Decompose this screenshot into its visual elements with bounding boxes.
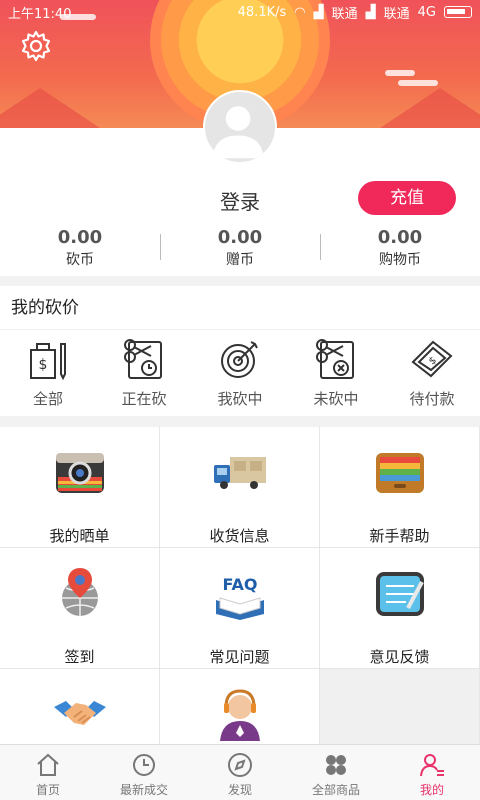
svg-text:FAQ: FAQ <box>222 575 257 594</box>
truck-icon <box>213 457 266 489</box>
svg-text:$: $ <box>39 357 48 373</box>
grid-item-label: 意见反馈 <box>369 648 430 666</box>
camera-icon <box>55 453 104 493</box>
clock-icon <box>133 754 155 776</box>
status-speed: 48.1K/s <box>237 4 287 20</box>
stat-value: 0.00 <box>57 227 103 248</box>
wifi-icon: ◠ <box>294 4 306 20</box>
gear-icon[interactable] <box>18 28 54 64</box>
bargain-label: 正在砍 <box>121 390 167 408</box>
bargain-label: 我砍中 <box>217 390 263 408</box>
stat-gouwubi[interactable]: 0.00 购物币 <box>320 226 480 274</box>
ticket-icon: $ <box>411 340 453 378</box>
bargain-lost[interactable]: 未砍中 <box>288 330 384 416</box>
status-time: 上午11:40 <box>8 6 72 22</box>
default-avatar-icon <box>212 106 264 159</box>
grid-item-label: 签到 <box>64 648 95 666</box>
grid-item-label: 常见问题 <box>209 648 270 666</box>
faq-item[interactable]: FAQ 常见问题 <box>160 548 319 668</box>
section-title: 我的砍价 <box>0 286 480 330</box>
bag-dollar-icon: $ <box>30 343 66 381</box>
bargain-label: 未砍中 <box>313 390 359 408</box>
status-carrier-2: 联通 <box>383 6 410 22</box>
tab-discover[interactable]: 发现 <box>192 745 288 800</box>
bargain-label: 全部 <box>32 390 63 408</box>
login-link[interactable]: 登录 <box>200 186 280 215</box>
check-in-item[interactable]: 签到 <box>0 548 159 668</box>
grid-item-label: 新手帮助 <box>369 527 430 545</box>
bargain-all[interactable]: $ 全部 <box>0 330 96 416</box>
status-network: 4G <box>417 4 436 20</box>
target-icon <box>221 341 258 378</box>
scissors-clock-icon <box>124 339 162 379</box>
avatar[interactable] <box>203 90 277 164</box>
grid-item-label: 我的晒单 <box>49 527 110 545</box>
home-icon <box>37 753 59 776</box>
user-icon <box>420 754 444 777</box>
signal-icon: ▟ <box>313 4 324 20</box>
stat-value: 0.00 <box>217 227 263 248</box>
bottom-tab-bar: 首页 最新成交 发现 全部商品 我的 <box>0 744 480 800</box>
tab-label: 全部商品 <box>311 783 360 797</box>
stat-kanbi[interactable]: 0.00 砍币 <box>0 226 160 274</box>
compass-icon <box>228 753 252 777</box>
my-showcase-item[interactable]: 我的晒单 <box>0 427 159 547</box>
grid-icon <box>326 755 346 775</box>
notepad-icon <box>375 572 424 616</box>
handshake-icon <box>53 701 106 725</box>
faq-book-icon: FAQ <box>215 575 264 620</box>
cloud-decoration <box>398 80 438 86</box>
grid-item-label: 收货信息 <box>209 527 270 545</box>
bargain-won[interactable]: 我砍中 <box>192 330 288 416</box>
drawer-icon <box>375 453 424 493</box>
my-bargain-section: 我的砍价 $ 全部 正在砍 我砍中 未砍中 $ 待付款 <box>0 286 480 416</box>
beginner-help-item[interactable]: 新手帮助 <box>320 427 479 547</box>
support-agent-icon <box>219 689 260 741</box>
stat-label: 赠币 <box>226 252 254 268</box>
battery-icon <box>444 6 472 18</box>
tab-home[interactable]: 首页 <box>0 745 96 800</box>
stat-label: 购物币 <box>379 252 421 268</box>
tab-mine[interactable]: 我的 <box>384 745 480 800</box>
status-carrier-1: 联通 <box>331 6 358 22</box>
tab-label: 首页 <box>35 783 60 797</box>
globe-pin-icon <box>61 568 98 616</box>
tab-label: 最新成交 <box>119 783 168 797</box>
feature-grid: 我的晒单 收货信息 新手帮助 签到 FAQ 常见问题 意见反馈 <box>0 427 480 789</box>
scissors-x-icon <box>316 339 354 379</box>
recharge-button[interactable]: 充值 <box>358 181 456 215</box>
stat-zengbi[interactable]: 0.00 赠币 <box>160 226 320 274</box>
feedback-item[interactable]: 意见反馈 <box>320 548 479 668</box>
tab-label: 我的 <box>419 783 444 797</box>
mountain-decoration <box>0 88 100 128</box>
bargain-in-progress[interactable]: 正在砍 <box>96 330 192 416</box>
tab-all-products[interactable]: 全部商品 <box>288 745 384 800</box>
bargain-label: 待付款 <box>409 390 455 408</box>
mountain-decoration <box>380 88 480 128</box>
tab-label: 发现 <box>227 783 252 797</box>
cloud-decoration <box>385 70 415 76</box>
status-bar: 上午11:40 48.1K/s ◠ ▟ 联通 ▟ 联通 4G <box>0 0 480 24</box>
balance-stats: 0.00 砍币 0.00 赠币 0.00 购物币 <box>0 226 480 274</box>
stat-value: 0.00 <box>377 227 423 248</box>
signal-icon: ▟ <box>365 4 376 20</box>
shipping-info-item[interactable]: 收货信息 <box>160 427 319 547</box>
bargain-pending-payment[interactable]: $ 待付款 <box>384 330 480 416</box>
stat-label: 砍币 <box>66 252 94 268</box>
tab-latest-deals[interactable]: 最新成交 <box>96 745 192 800</box>
